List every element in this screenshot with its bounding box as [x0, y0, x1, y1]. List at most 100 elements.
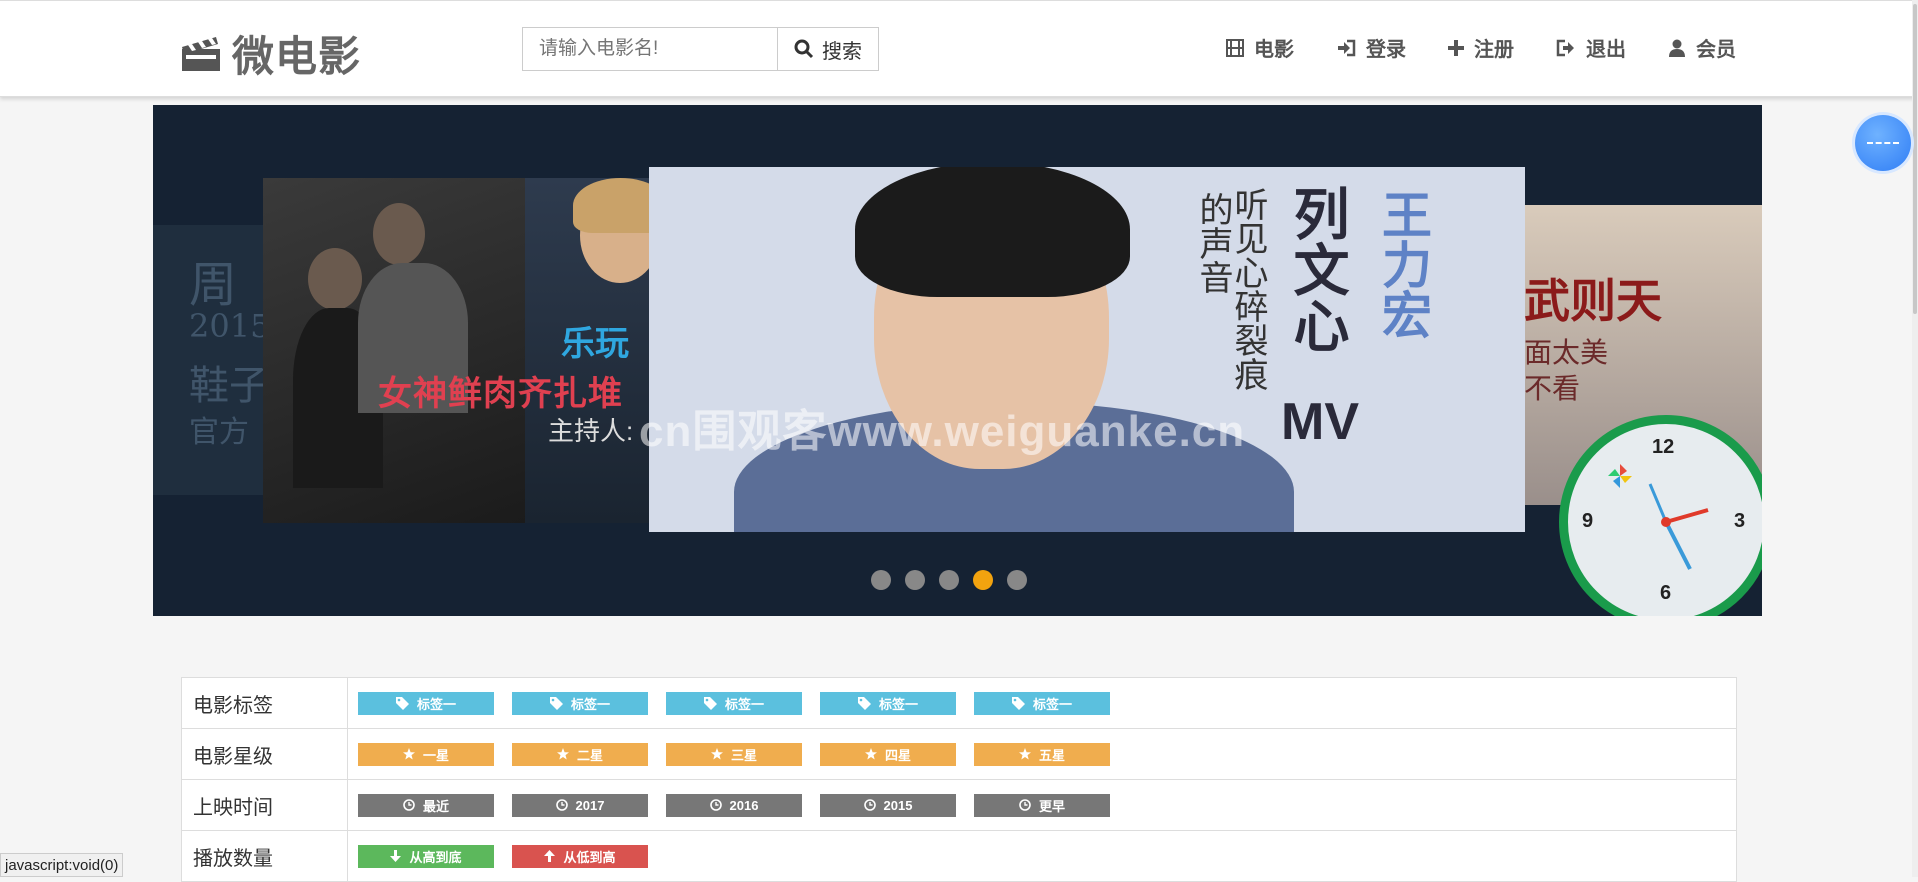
slide-artist: 王力宏: [1375, 189, 1431, 339]
tag-icon: [395, 696, 409, 710]
filter-row-tags: 电影标签 标签一 标签一 标签一 标签一 标签一: [182, 678, 1736, 728]
slide-tag: 乐玩: [561, 325, 629, 363]
main-nav: 电影 登录 注册 退出 会员: [1184, 33, 1736, 62]
filter-star-button[interactable]: 五星: [974, 742, 1110, 766]
filter-tag-button[interactable]: 标签一: [358, 691, 494, 715]
filter-label: 电影星级: [182, 729, 348, 779]
nav-movies-label: 电影: [1254, 39, 1294, 61]
star-icon: [710, 748, 723, 760]
clock-hands: [1608, 464, 1709, 570]
clapperboard-icon: [182, 36, 220, 71]
carousel-indicator-active[interactable]: [973, 570, 993, 590]
filter-time-button[interactable]: 2015: [820, 793, 956, 817]
plus-icon: [1448, 39, 1464, 56]
filter-tag-button-label: 标签一: [570, 696, 610, 712]
filter-row-playcount: 播放数量 从高到底 从低到高: [182, 830, 1736, 881]
user-icon: [1669, 39, 1685, 57]
star-icon: [556, 748, 569, 760]
filter-playcount-button[interactable]: 从低到高: [512, 844, 648, 868]
filter-tag-button[interactable]: 标签一: [820, 691, 956, 715]
carousel-indicator[interactable]: [1007, 570, 1027, 590]
nav-register-label: 注册: [1474, 39, 1514, 61]
login-icon: [1338, 39, 1356, 56]
slide-title: 女神鲜肉齐扎堆: [378, 375, 623, 413]
filter-star-button-label: 二星: [576, 747, 603, 763]
clock-icon: [709, 799, 722, 811]
star-icon: [1018, 748, 1031, 760]
filter-label: 上映时间: [182, 780, 348, 830]
scrollbar-thumb[interactable]: [1913, 4, 1917, 314]
filter-star-button[interactable]: 三星: [666, 742, 802, 766]
search-button-label: 搜索: [822, 40, 862, 63]
carousel-indicator[interactable]: [871, 570, 891, 590]
nav-logout[interactable]: 退出: [1556, 33, 1626, 62]
filter-row-time: 上映时间 最近 2017 2016 2015 更早: [182, 779, 1736, 830]
filter-time-button-label: 2017: [575, 797, 605, 813]
filter-table: 电影标签 标签一 标签一 标签一 标签一 标签一 电影星级 一星 二星 三星 四星 五星 上映时…: [181, 677, 1737, 882]
star-icon: [402, 748, 415, 760]
slide-title: 列文心: [1286, 185, 1349, 353]
page-scrollbar[interactable]: [1912, 0, 1918, 877]
search-input[interactable]: [522, 27, 777, 71]
carousel-indicator[interactable]: [939, 570, 959, 590]
clock-icon: [1019, 799, 1031, 811]
search-icon: [794, 39, 814, 59]
filter-star-button-label: 四星: [884, 747, 911, 763]
slide-text: 周: [189, 257, 238, 313]
filter-playcount-button-label: 从高到底: [409, 849, 462, 865]
logout-icon: [1556, 39, 1574, 56]
site-logo[interactable]: 微电影: [180, 23, 361, 84]
banner-carousel[interactable]: 周 2015 鞋子 官方 乐玩 女神鲜肉齐扎堆 主持人: 武则天 面太美 不看 …: [153, 105, 1762, 616]
person-photo: [373, 203, 425, 265]
nav-member-label: 会员: [1696, 39, 1736, 61]
filter-tag-button[interactable]: 标签一: [974, 691, 1110, 715]
nav-register[interactable]: 注册: [1448, 33, 1514, 62]
filter-time-button-label: 2016: [729, 797, 759, 813]
tag-icon: [549, 696, 563, 710]
pinwheel-icon: [1608, 464, 1632, 488]
filter-time-button[interactable]: 2016: [666, 793, 802, 817]
nav-member[interactable]: 会员: [1668, 33, 1736, 62]
clock-icon: [555, 799, 568, 811]
filter-row-stars: 电影星级 一星 二星 三星 四星 五星: [182, 728, 1736, 779]
filter-time-button-label: 最近: [422, 798, 449, 814]
search-button[interactable]: 搜索: [777, 27, 879, 71]
star-icon: [864, 748, 877, 760]
carousel-slide-left[interactable]: 乐玩 女神鲜肉齐扎堆 主持人:: [263, 178, 668, 523]
carousel-indicators: [871, 570, 1041, 590]
filter-tag-button-label: 标签一: [1032, 696, 1072, 712]
filter-star-button[interactable]: 二星: [512, 742, 648, 766]
filter-tag-button[interactable]: 标签一: [666, 691, 802, 715]
nav-login[interactable]: 登录: [1336, 33, 1406, 62]
filter-time-button[interactable]: 最近: [358, 793, 494, 817]
film-icon: [1226, 38, 1244, 57]
filter-playcount-button[interactable]: 从高到底: [358, 844, 494, 868]
filter-star-button-label: 一星: [422, 747, 449, 763]
tag-icon: [1011, 696, 1025, 710]
slide-text: 2015: [189, 307, 271, 345]
filter-star-button[interactable]: 四星: [820, 742, 956, 766]
filter-time-button[interactable]: 2017: [512, 793, 648, 817]
filter-time-button[interactable]: 更早: [974, 793, 1110, 817]
floating-assistant-button[interactable]: [1855, 115, 1911, 171]
filter-label: 播放数量: [182, 831, 348, 881]
search-bar: 搜索: [522, 27, 879, 71]
nav-movies[interactable]: 电影: [1226, 33, 1294, 62]
filter-label: 电影标签: [182, 678, 348, 728]
filter-star-button-label: 三星: [730, 747, 757, 763]
carousel-indicator[interactable]: [905, 570, 925, 590]
slide-host: 主持人:: [548, 416, 634, 446]
filter-tag-button[interactable]: 标签一: [512, 691, 648, 715]
top-navbar: 微电影 搜索 电影 登录: [0, 0, 1918, 97]
slide-text: 鞋子: [189, 363, 269, 409]
carousel-slide-active[interactable]: 王力宏 列文心 MV 听见心碎裂痕 的声音: [649, 167, 1525, 532]
nav-login-label: 登录: [1366, 39, 1406, 61]
watermark: cn围观客www.weiguanke.cn: [639, 407, 1246, 456]
clock-widget: 12 3 6 9: [1559, 415, 1762, 616]
filter-star-button[interactable]: 一星: [358, 742, 494, 766]
browser-status-bar: javascript:void(0): [0, 853, 124, 877]
filter-tag-button-label: 标签一: [416, 696, 456, 712]
slide-photo: [263, 178, 525, 523]
nav-logout-label: 退出: [1586, 39, 1626, 61]
filter-tag-button-label: 标签一: [724, 696, 764, 712]
